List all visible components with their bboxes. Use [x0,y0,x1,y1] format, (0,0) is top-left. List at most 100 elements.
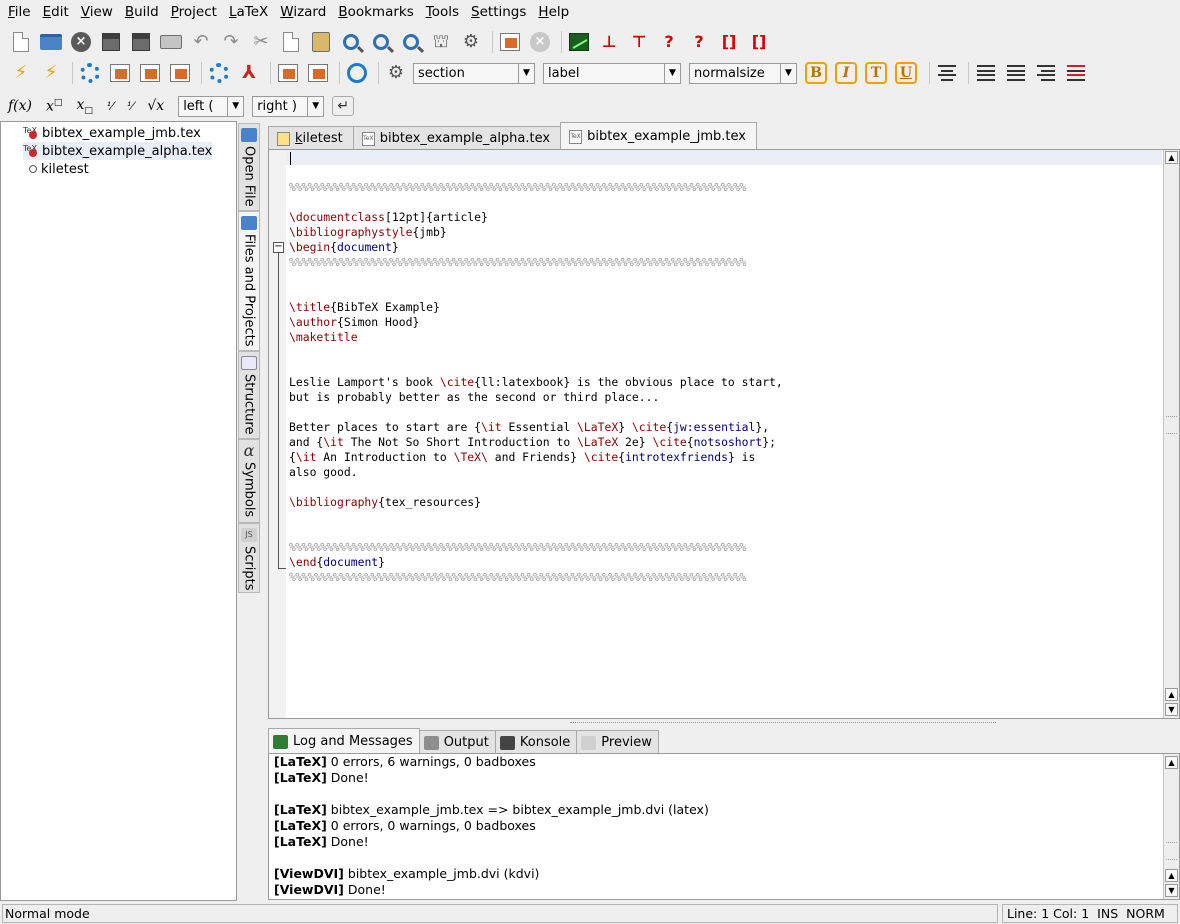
fraction-icon[interactable]: ⅟ [107,100,113,113]
description-icon[interactable] [1033,60,1059,86]
statistics-icon[interactable] [566,29,592,55]
next-bookmark-icon[interactable]: [] [746,29,772,55]
underline-button[interactable]: U [895,62,917,84]
view-pdf-icon[interactable]: ⅄ [236,60,262,86]
latex-compile-icon[interactable] [77,60,103,86]
tab-structure[interactable]: Structure [238,351,260,439]
itemize-icon[interactable] [973,60,999,86]
tab-output[interactable]: Output [418,730,496,754]
section-combo[interactable]: section ▼ [413,62,535,84]
scroll-up-icon[interactable]: ▲ [1165,756,1178,769]
cut-icon[interactable]: ✂ [248,29,274,55]
menu-settings[interactable]: Settings [465,4,532,20]
quickbuild-icon[interactable]: ⚡ [8,60,34,86]
spellcheck-icon[interactable]: ⚙ [458,29,484,55]
tree-item-file[interactable]: TeX bibtex_example_alpha.tex [23,142,213,160]
view-ps-icon[interactable] [167,60,193,86]
scroll-up-icon[interactable]: ▲ [1165,869,1178,882]
undo-icon[interactable]: ↶ [188,29,214,55]
tree-item-project[interactable]: kiletest [23,160,89,178]
menu-edit[interactable]: Edit [37,4,75,20]
menu-help[interactable]: Help [532,4,575,20]
compile-icon[interactable] [497,29,523,55]
dvi-to-pdf-icon[interactable] [275,60,301,86]
center-align-icon[interactable] [934,60,960,86]
tab-preview[interactable]: Preview [576,730,659,754]
scroll-down-icon[interactable]: ▼ [1165,703,1178,716]
find-prev-icon[interactable] [398,29,424,55]
sqrt-icon[interactable]: √x [147,98,164,114]
scroll-down-icon[interactable]: ▼ [1165,884,1178,897]
print-icon[interactable] [158,29,184,55]
copy-icon[interactable] [278,29,304,55]
view-html-icon[interactable] [344,60,370,86]
find-next-icon[interactable] [368,29,394,55]
italic-button[interactable]: I [835,62,857,84]
ps-to-pdf-icon[interactable] [305,60,331,86]
panel-splitter[interactable] [570,722,996,724]
tab-konsole[interactable]: Konsole [494,730,578,754]
structure-icon[interactable]: ⛫ [428,29,454,55]
pdflatex-icon[interactable] [206,60,232,86]
font-size-combo[interactable]: normalsize ▼ [689,62,797,84]
code-line: also good. [289,465,358,479]
tab-scripts[interactable]: JS Scripts [238,523,260,593]
tab-kiletest[interactable]: kiletest [268,126,354,150]
newline-icon[interactable]: ↵ [332,96,355,116]
dfrac-icon[interactable]: ⅟ [127,100,133,113]
editor-scrollbar[interactable]: ▲ ▲ ▼ [1163,150,1179,718]
enumerate-icon[interactable] [1003,60,1029,86]
previous-error-icon[interactable]: ? [656,29,682,55]
fold-toggle-icon[interactable]: − [273,242,284,253]
dvi-to-ps-icon[interactable] [137,60,163,86]
next-error-icon[interactable]: ? [686,29,712,55]
typewriter-button[interactable]: T [865,62,887,84]
log-line: [LaTeX] Done! [274,770,369,785]
close-file-icon[interactable]: × [68,29,94,55]
tab-symbols[interactable]: α Symbols [238,439,260,523]
paste-icon[interactable] [308,29,334,55]
log-scrollbar[interactable]: ▲ ▲ ▼ [1163,754,1179,899]
subscript-icon[interactable]: x□ [76,97,92,116]
view-dvi-icon[interactable] [107,60,133,86]
new-file-icon[interactable] [8,29,34,55]
forward-search-icon[interactable]: ⚙ [383,60,409,86]
scroll-grip[interactable] [1166,842,1177,860]
tab-open-file[interactable]: Open File [238,123,260,211]
scroll-up-icon[interactable]: ▲ [1165,688,1178,701]
tab-bibtex-example-alpha[interactable]: TeX bibtex_example_alpha.tex [352,126,562,150]
item-icon[interactable] [1063,60,1089,86]
left-delimiter-combo[interactable]: left (▼ [178,95,245,117]
code-line: and {\it The Not So Short Introduction t… [289,435,776,449]
tree-item-file[interactable]: TeX bibtex_example_jmb.tex [23,124,201,142]
save-all-icon[interactable] [128,29,154,55]
previous-bookmark-icon[interactable]: [] [716,29,742,55]
tab-bibtex-example-jmb[interactable]: TeX bibtex_example_jmb.tex [560,122,757,150]
label-combo[interactable]: label ▼ [543,62,681,84]
menu-latex[interactable]: LaTeX [223,4,274,20]
previous-section-icon[interactable]: ⊥ [596,29,622,55]
menu-bookmarks[interactable]: Bookmarks [332,4,419,20]
open-file-icon[interactable] [38,29,64,55]
menu-build[interactable]: Build [119,4,165,20]
menu-tools[interactable]: Tools [420,4,465,20]
log-panel[interactable]: [LaTeX] 0 errors, 6 warnings, 0 badboxes… [268,753,1180,900]
superscript-icon[interactable]: x□ [46,98,62,115]
menu-view[interactable]: View [75,4,119,20]
redo-icon[interactable]: ↷ [218,29,244,55]
find-icon[interactable] [338,29,364,55]
math-function-icon[interactable]: f(x) [8,98,32,114]
menu-file[interactable]: File [2,4,37,20]
menu-wizard[interactable]: Wizard [274,4,332,20]
save-icon[interactable] [98,29,124,55]
scroll-grip[interactable] [1166,416,1177,434]
right-delimiter-combo[interactable]: right ) ▼ [252,95,325,117]
tab-log-and-messages[interactable]: Log and Messages [268,728,420,754]
tab-files-and-projects[interactable]: Files and Projects [238,211,260,351]
stop-icon[interactable]: × [527,29,553,55]
next-section-icon[interactable]: ⊤ [626,29,652,55]
watch-file-icon[interactable]: ⚡ [38,60,64,86]
scroll-up-icon[interactable]: ▲ [1165,151,1178,164]
bold-button[interactable]: B [805,62,827,84]
menu-project[interactable]: Project [165,4,223,20]
